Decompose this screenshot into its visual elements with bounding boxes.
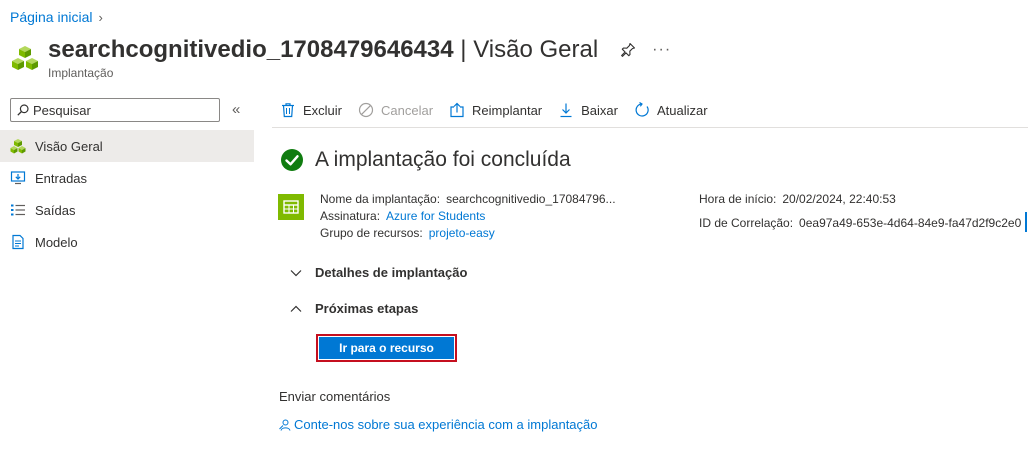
cancel-icon — [358, 102, 374, 118]
search-icon — [17, 104, 29, 116]
toolbar-divider — [272, 127, 1028, 128]
subscription-row: Assinatura: Azure for Students — [320, 208, 616, 225]
collapse-sidebar-icon[interactable]: « — [232, 101, 240, 118]
outputs-icon — [10, 202, 26, 218]
sidebar-item-label: Modelo — [35, 234, 78, 250]
deployment-details-toggle[interactable]: Detalhes de implantação — [290, 265, 467, 280]
feedback-person-icon — [279, 419, 291, 431]
redeploy-label: Reimplantar — [472, 102, 543, 118]
sidebar-item-label: Entradas — [35, 170, 88, 186]
deployment-details-label: Detalhes de implantação — [315, 265, 468, 280]
deployment-meta: Hora de início: 20/02/2024, 22:40:53 ID d… — [699, 191, 1028, 234]
resource-group-row: Grupo de recursos: projeto-easy — [320, 225, 616, 242]
sidebar-item-label: Saídas — [35, 202, 76, 218]
download-label: Baixar — [581, 102, 618, 118]
download-button[interactable]: Baixar — [558, 102, 618, 118]
deployment-summary: Nome da implantação: searchcognitivedio_1… — [278, 191, 1028, 242]
page-title: searchcognitivedio_1708479646434 | Visão… — [48, 36, 598, 64]
title-separator: | — [453, 36, 474, 63]
correlation-value: 0ea97a49-653e-4d64-84e9-fa47d2f9c2e0 — [799, 216, 1022, 231]
start-time-label: Hora de início: — [699, 192, 777, 206]
sidebar-item-label: Visão Geral — [35, 138, 103, 154]
download-icon — [560, 103, 572, 118]
start-time-row: Hora de início: 20/02/2024, 22:40:53 — [699, 191, 1027, 208]
upload-icon — [450, 102, 464, 118]
resource-group-link[interactable]: projeto-easy — [429, 226, 495, 240]
chevron-right-icon: › — [98, 9, 103, 25]
more-options-icon[interactable]: ··· — [652, 41, 671, 59]
cancel-button[interactable]: Cancelar — [358, 102, 433, 118]
sidebar-item-overview[interactable]: Visão Geral — [0, 130, 254, 162]
page-header: searchcognitivedio_1708479646434 | Visão… — [10, 36, 671, 80]
go-to-resource-button[interactable]: Ir para o recurso — [319, 337, 454, 359]
feedback-heading: Enviar comentários — [279, 389, 391, 404]
page-subtitle: Implantação — [48, 66, 114, 80]
sidebar-item-inputs[interactable]: Entradas — [0, 162, 254, 194]
subscription-link[interactable]: Azure for Students — [386, 209, 485, 223]
view-name: Visão Geral — [473, 36, 599, 63]
refresh-button[interactable]: Atualizar — [634, 102, 708, 118]
resource-name: searchcognitivedio_1708479646434 — [48, 36, 454, 63]
breadcrumb: Página inicial › — [10, 9, 103, 25]
breadcrumb-home-link[interactable]: Página inicial — [10, 9, 93, 25]
correlation-label: ID de Correlação: — [699, 216, 794, 231]
pin-icon[interactable] — [620, 42, 636, 58]
resource-group-label: Grupo de recursos: — [320, 226, 423, 240]
redeploy-button[interactable]: Reimplantar — [449, 102, 542, 118]
deployment-name-row: Nome da implantação: searchcognitivedio_1… — [320, 191, 616, 208]
deployment-table-icon — [278, 194, 304, 220]
correlation-row: ID de Correlação: 0ea97a49-653e-4d64-84e9… — [699, 212, 1028, 234]
success-check-icon — [281, 149, 303, 171]
chevron-up-icon — [290, 305, 302, 312]
refresh-icon — [635, 102, 649, 117]
next-steps-toggle[interactable]: Próximas etapas — [290, 301, 418, 316]
deployment-cubes-icon — [12, 46, 38, 70]
deployment-name-label: Nome da implantação: — [320, 192, 441, 206]
feedback-link[interactable]: Conte-nos sobre sua experiência com a im… — [279, 417, 598, 432]
sidebar-nav: Visão Geral Entradas Saídas Modelo — [0, 130, 254, 258]
search-input[interactable] — [33, 102, 203, 118]
next-steps-label: Próximas etapas — [315, 301, 419, 316]
sidebar-item-template[interactable]: Modelo — [0, 226, 254, 258]
subscription-label: Assinatura: — [320, 209, 381, 223]
go-to-resource-highlight: Ir para o recurso — [316, 334, 457, 362]
delete-label: Excluir — [303, 102, 343, 118]
command-bar: Excluir Cancelar Reimplantar Baixar Atua… — [280, 98, 724, 122]
cancel-label: Cancelar — [381, 102, 434, 118]
status-title: A implantação foi concluída — [315, 148, 571, 171]
deployment-status: A implantação foi concluída — [280, 148, 571, 172]
trash-icon — [282, 103, 294, 118]
feedback-link-label: Conte-nos sobre sua experiência com a im… — [294, 417, 598, 432]
chevron-down-icon — [290, 269, 302, 276]
deployment-name-value: searchcognitivedio_17084796... — [446, 192, 616, 206]
copy-highlight-bar — [1025, 212, 1028, 232]
start-time-value: 20/02/2024, 22:40:53 — [782, 192, 896, 206]
overview-icon — [10, 138, 26, 154]
sidebar-item-outputs[interactable]: Saídas — [0, 194, 254, 226]
refresh-label: Atualizar — [657, 102, 708, 118]
delete-button[interactable]: Excluir — [280, 102, 342, 118]
template-icon — [10, 234, 26, 250]
inputs-icon — [10, 170, 26, 186]
search-box[interactable] — [10, 98, 220, 122]
